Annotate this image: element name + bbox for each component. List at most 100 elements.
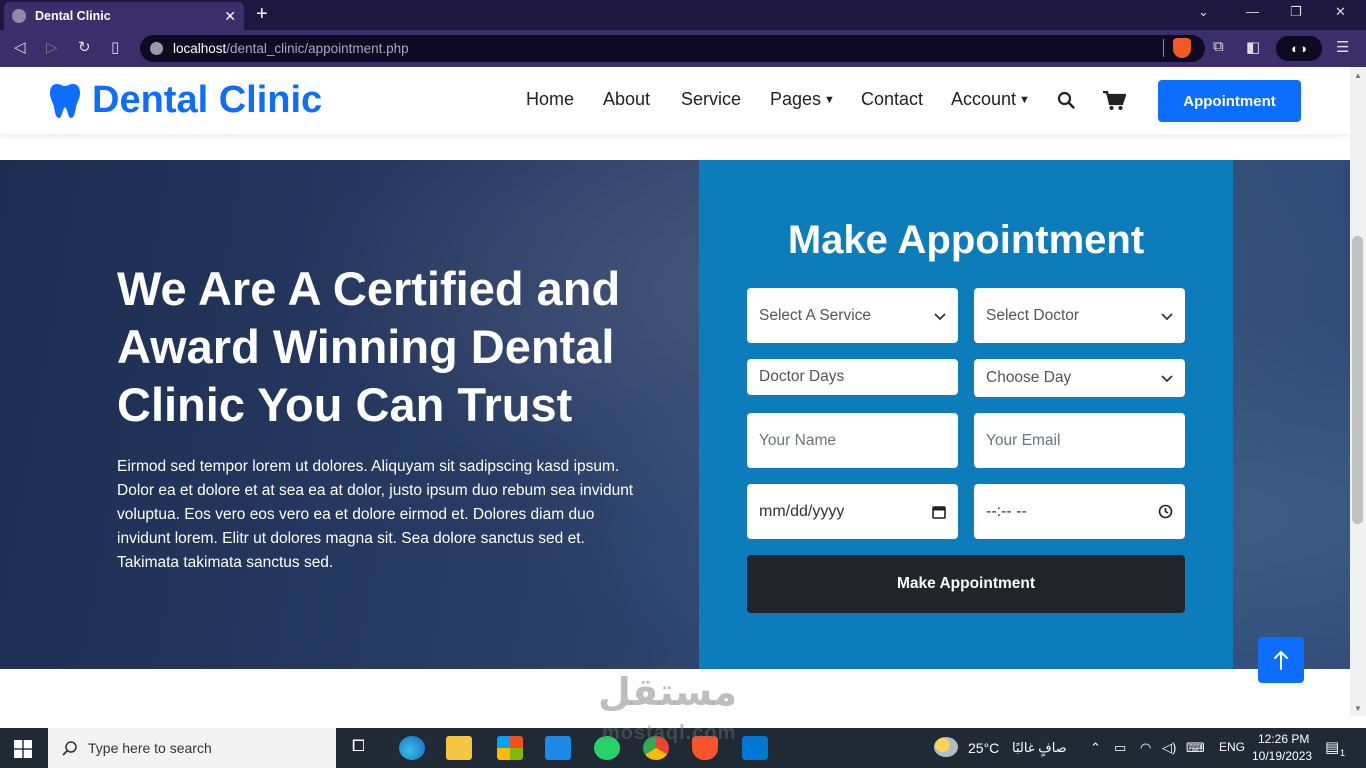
select-doctor-dropdown[interactable]: Select Doctor <box>974 288 1185 343</box>
nav-service[interactable]: Service <box>681 89 741 110</box>
hero-section: We Are A Certified and Award Winning Den… <box>0 160 1350 669</box>
bookmark-icon[interactable]: ▯ <box>111 38 119 56</box>
cart-icon[interactable] <box>1103 91 1126 111</box>
address-bar[interactable]: localhost /dental_clinic/appointment.php <box>140 35 1205 62</box>
brave-shields-icon[interactable] <box>1173 38 1191 58</box>
wifi-icon[interactable]: ◠ <box>1140 740 1151 756</box>
arrow-up-icon <box>1274 650 1288 670</box>
name-placeholder: Your Name <box>759 431 836 449</box>
search-icon[interactable] <box>1057 91 1075 109</box>
mail-icon[interactable] <box>545 736 571 760</box>
new-tab-button[interactable]: + <box>256 3 268 26</box>
watermark-text: mostaql.com <box>602 722 737 744</box>
site-navbar: Dental Clinic Home About Service Pages ▼ … <box>0 67 1350 134</box>
reload-icon[interactable]: ↻ <box>78 38 91 56</box>
tab-title: Dental Clinic <box>35 9 111 23</box>
clock-date[interactable]: 10/19/2023 <box>1252 749 1312 763</box>
brand-logo[interactable]: Dental Clinic <box>50 79 322 122</box>
weather-icon[interactable] <box>934 737 958 757</box>
nav-account-label: Account <box>951 89 1017 109</box>
nav-pages-label: Pages <box>770 89 822 109</box>
keyboard-icon[interactable]: ⌨ <box>1186 740 1205 756</box>
url-host: localhost <box>173 41 227 56</box>
chevron-down-icon <box>1161 312 1173 320</box>
doctor-days-field[interactable]: Doctor Days <box>747 359 958 395</box>
windows-start-icon[interactable] <box>14 740 32 758</box>
choose-day-value: Choose Day <box>986 369 1072 386</box>
date-placeholder: mm/dd/yyyy <box>759 502 845 520</box>
forward-icon[interactable]: ▷ <box>46 38 58 56</box>
taskbar-search-box[interactable]: Type here to search <box>48 728 336 768</box>
scroll-up-icon[interactable]: ▲ <box>1354 71 1362 80</box>
name-input[interactable]: Your Name <box>747 413 958 468</box>
minimize-icon[interactable]: — <box>1246 4 1259 19</box>
doctor-days-value: Doctor Days <box>759 368 845 385</box>
close-window-icon[interactable]: ✕ <box>1335 4 1346 20</box>
site-info-icon[interactable] <box>150 42 163 55</box>
notification-icon[interactable]: ▤ <box>1325 738 1339 756</box>
time-placeholder: --:-- -- <box>986 502 1027 520</box>
scrollbar-thumb[interactable] <box>1352 236 1363 524</box>
microsoft-store-icon[interactable] <box>497 736 523 760</box>
search-icon <box>62 741 77 756</box>
nav-account[interactable]: Account ▼ <box>951 89 1030 110</box>
clock-icon[interactable] <box>1158 504 1173 519</box>
nav-home[interactable]: Home <box>526 89 574 110</box>
globe-icon <box>12 9 26 23</box>
calendar-icon[interactable] <box>932 505 946 519</box>
select-service-dropdown[interactable]: Select A Service <box>747 288 958 343</box>
task-view-icon[interactable]: ⧠ <box>352 738 365 756</box>
select-doctor-value: Select Doctor <box>986 306 1080 324</box>
email-input[interactable]: Your Email <box>974 413 1185 468</box>
extensions-icon[interactable]: ⧉ <box>1213 38 1224 55</box>
back-to-top-button[interactable] <box>1258 637 1304 683</box>
private-glasses-icon[interactable]: ◐◑ <box>1276 36 1322 61</box>
email-placeholder: Your Email <box>986 431 1061 449</box>
hero-description: Eirmod sed tempor lorem ut dolores. Aliq… <box>117 458 634 571</box>
volume-icon[interactable]: ◁) <box>1162 740 1176 756</box>
back-icon[interactable]: ◁ <box>14 38 26 56</box>
weather-temperature: 25°C <box>968 740 1000 756</box>
weather-description: صافٍ غالبًا <box>1012 740 1067 755</box>
vscode-icon[interactable] <box>742 736 768 760</box>
edge-icon[interactable] <box>399 736 425 760</box>
chevron-down-icon <box>1161 375 1173 383</box>
browser-toolbar: ◁ ▷ ↻ ▯ localhost /dental_clinic/appoint… <box>0 30 1366 67</box>
url-path: /dental_clinic/appointment.php <box>226 41 409 56</box>
time-input[interactable]: --:-- -- <box>974 484 1185 539</box>
sidebar-icon[interactable]: ◧ <box>1246 38 1260 56</box>
caret-down-icon: ▼ <box>1019 94 1030 106</box>
caret-down-icon: ▼ <box>824 94 835 106</box>
select-service-value: Select A Service <box>759 306 872 324</box>
nav-pages[interactable]: Pages ▼ <box>770 89 835 110</box>
scroll-down-icon[interactable]: ▼ <box>1354 704 1362 713</box>
page-viewport: Dental Clinic Home About Service Pages ▼ … <box>0 67 1350 716</box>
clock-time[interactable]: 12:26 PM <box>1258 732 1309 746</box>
appointment-button[interactable]: Appointment <box>1158 80 1301 122</box>
choose-day-dropdown[interactable]: Choose Day <box>974 359 1185 397</box>
language-indicator[interactable]: ENG <box>1219 740 1245 754</box>
tooth-icon <box>50 83 80 118</box>
appointment-form: Make Appointment Select A Service Select… <box>699 160 1233 669</box>
nav-about[interactable]: About <box>603 89 650 110</box>
make-appointment-button[interactable]: Make Appointment <box>747 555 1185 613</box>
menu-icon[interactable]: ☰ <box>1336 38 1349 56</box>
chevron-up-icon[interactable]: ⌃ <box>1090 740 1101 756</box>
battery-icon[interactable]: ▭ <box>1114 740 1126 756</box>
taskbar-search-placeholder: Type here to search <box>88 740 212 756</box>
restore-icon[interactable]: ❐ <box>1290 4 1302 20</box>
nav-contact[interactable]: Contact <box>861 89 923 110</box>
appointment-form-title: Make Appointment <box>787 218 1145 262</box>
date-input[interactable]: mm/dd/yyyy <box>747 484 958 539</box>
browser-tab-bar: Dental Clinic ✕ + ⌄ — ❐ ✕ <box>0 0 1366 30</box>
file-explorer-icon[interactable] <box>446 736 472 760</box>
url-divider <box>1163 39 1164 57</box>
tab-close-button[interactable]: ✕ <box>224 8 236 25</box>
chevron-down-icon <box>934 312 946 320</box>
hero-title: We Are A Certified and Award Winning Den… <box>117 262 621 431</box>
brand-name: Dental Clinic <box>92 79 323 121</box>
watermark-logo: مستقل <box>598 672 737 714</box>
tab-search-chevron-icon[interactable]: ⌄ <box>1198 4 1209 20</box>
browser-tab[interactable]: Dental Clinic ✕ <box>4 2 244 30</box>
notification-count: 1 <box>1340 748 1346 758</box>
